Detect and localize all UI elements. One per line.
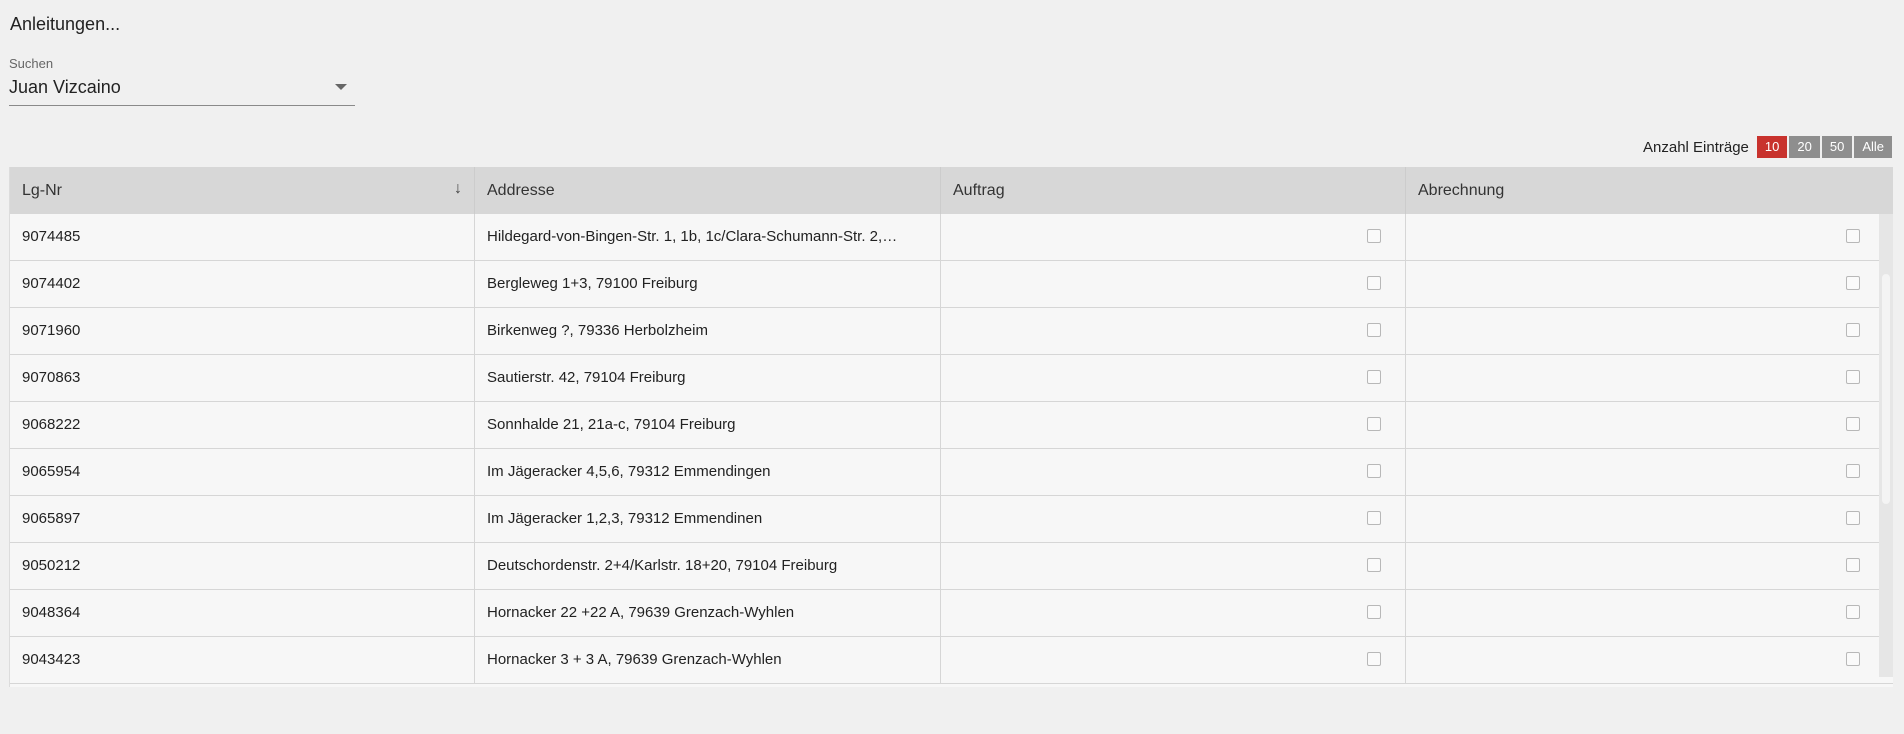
table-row[interactable]: 9050212 Deutschordenstr. 2+4/Karlstr. 18…: [10, 543, 1893, 590]
cell-auftrag: [941, 355, 1406, 401]
cell-auftrag: [941, 214, 1406, 260]
search-select[interactable]: Juan Vizcaino: [9, 75, 355, 106]
cell-lg-nr: 9074402: [10, 261, 475, 307]
cell-lg-nr: 9065954: [10, 449, 475, 495]
arrow-down-icon[interactable]: ↓: [454, 180, 462, 198]
auftrag-checkbox[interactable]: [1367, 229, 1381, 243]
table-row[interactable]: 9048364 Hornacker 22 +22 A, 79639 Grenza…: [10, 590, 1893, 637]
auftrag-checkbox[interactable]: [1367, 511, 1381, 525]
auftrag-checkbox[interactable]: [1367, 370, 1381, 384]
table-body: 9074485 Hildegard-von-Bingen-Str. 1, 1b,…: [10, 214, 1893, 687]
auftrag-checkbox[interactable]: [1367, 652, 1381, 666]
abrechnung-checkbox[interactable]: [1846, 652, 1860, 666]
cell-abrechnung: [1406, 590, 1884, 636]
cell-address: Sonnhalde 21, 21a-c, 79104 Freiburg: [475, 402, 941, 448]
search-field: Suchen Juan Vizcaino: [9, 56, 355, 106]
cell-address: Birkenweg ?, 79336 Herbolzheim: [475, 308, 941, 354]
cell-abrechnung: [1406, 214, 1884, 260]
auftrag-checkbox[interactable]: [1367, 558, 1381, 572]
abrechnung-checkbox[interactable]: [1846, 276, 1860, 290]
auftrag-checkbox[interactable]: [1367, 276, 1381, 290]
cell-lg-nr: 9070863: [10, 355, 475, 401]
table-scrollbar[interactable]: [1879, 214, 1893, 677]
cell-lg-nr: 9050212: [10, 543, 475, 589]
page-size-20-button[interactable]: 20: [1789, 136, 1820, 158]
abrechnung-checkbox[interactable]: [1846, 605, 1860, 619]
auftrag-checkbox[interactable]: [1367, 417, 1381, 431]
cell-address: Deutschordenstr. 2+4/Karlstr. 18+20, 791…: [475, 543, 941, 589]
cell-abrechnung: [1406, 637, 1884, 683]
entries-per-page: Anzahl Einträge 10 20 50 Alle: [1643, 136, 1892, 158]
abrechnung-checkbox[interactable]: [1846, 229, 1860, 243]
table-row[interactable]: 9065897 Im Jägeracker 1,2,3, 79312 Emmen…: [10, 496, 1893, 543]
cell-auftrag: [941, 308, 1406, 354]
table-row[interactable]: 9043423 Hornacker 3 + 3 A, 79639 Grenzac…: [10, 637, 1893, 684]
cell-lg-nr: 9043423: [10, 637, 475, 683]
table-row[interactable]: 9074402 Bergleweg 1+3, 79100 Freiburg: [10, 261, 1893, 308]
search-label: Suchen: [9, 56, 54, 71]
abrechnung-checkbox[interactable]: [1846, 323, 1860, 337]
column-header-lg-nr[interactable]: Lg-Nr ↓: [10, 167, 475, 214]
cell-lg-nr: 9071960: [10, 308, 475, 354]
page-size-all-button[interactable]: Alle: [1854, 136, 1892, 158]
column-header-auftrag[interactable]: Auftrag: [941, 167, 1406, 214]
cell-address: Sautierstr. 42, 79104 Freiburg: [475, 355, 941, 401]
scrollbar-thumb[interactable]: [1882, 274, 1890, 504]
cell-lg-nr: 9065897: [10, 496, 475, 542]
auftrag-checkbox[interactable]: [1367, 323, 1381, 337]
cell-auftrag: [941, 637, 1406, 683]
abrechnung-checkbox[interactable]: [1846, 417, 1860, 431]
cell-auftrag: [941, 449, 1406, 495]
column-header-abrechnung[interactable]: Abrechnung: [1406, 167, 1884, 214]
cell-abrechnung: [1406, 402, 1884, 448]
cell-abrechnung: [1406, 355, 1884, 401]
chevron-down-icon[interactable]: [335, 84, 347, 90]
cell-auftrag: [941, 543, 1406, 589]
table-row[interactable]: 9071960 Birkenweg ?, 79336 Herbolzheim: [10, 308, 1893, 355]
abrechnung-checkbox[interactable]: [1846, 511, 1860, 525]
cell-abrechnung: [1406, 496, 1884, 542]
cell-abrechnung: [1406, 449, 1884, 495]
cell-lg-nr: 9068222: [10, 402, 475, 448]
table-header: Lg-Nr ↓ Addresse Auftrag Abrechnung: [10, 167, 1893, 214]
cell-abrechnung: [1406, 543, 1884, 589]
cell-address: Hildegard-von-Bingen-Str. 1, 1b, 1c/Clar…: [475, 214, 941, 260]
orders-table: Lg-Nr ↓ Addresse Auftrag Abrechnung 9074…: [9, 167, 1893, 687]
cell-lg-nr: 9074485: [10, 214, 475, 260]
cell-lg-nr: 9048364: [10, 590, 475, 636]
page-title: Anleitungen...: [10, 14, 121, 34]
column-header-addresse[interactable]: Addresse: [475, 167, 941, 214]
abrechnung-checkbox[interactable]: [1846, 558, 1860, 572]
cell-address: Im Jägeracker 1,2,3, 79312 Emmendinen: [475, 496, 941, 542]
entries-label: Anzahl Einträge: [1643, 138, 1749, 156]
table-row[interactable]: 9074485 Hildegard-von-Bingen-Str. 1, 1b,…: [10, 214, 1893, 261]
cell-auftrag: [941, 402, 1406, 448]
table-row[interactable]: 9068222 Sonnhalde 21, 21a-c, 79104 Freib…: [10, 402, 1893, 449]
cell-abrechnung: [1406, 261, 1884, 307]
page-size-10-button[interactable]: 10: [1756, 136, 1788, 158]
abrechnung-checkbox[interactable]: [1846, 370, 1860, 384]
cell-auftrag: [941, 261, 1406, 307]
table-row[interactable]: 9070863 Sautierstr. 42, 79104 Freiburg: [10, 355, 1893, 402]
abrechnung-checkbox[interactable]: [1846, 464, 1860, 478]
table-row[interactable]: 9065954 Im Jägeracker 4,5,6, 79312 Emmen…: [10, 449, 1893, 496]
cell-auftrag: [941, 496, 1406, 542]
page-size-50-button[interactable]: 50: [1821, 136, 1853, 158]
cell-abrechnung: [1406, 308, 1884, 354]
auftrag-checkbox[interactable]: [1367, 605, 1381, 619]
search-value: Juan Vizcaino: [9, 77, 121, 97]
auftrag-checkbox[interactable]: [1367, 464, 1381, 478]
page: Anleitungen... Suchen Juan Vizcaino Anza…: [0, 0, 1904, 734]
cell-address: Hornacker 22 +22 A, 79639 Grenzach-Wyhle…: [475, 590, 941, 636]
cell-address: Hornacker 3 + 3 A, 79639 Grenzach-Wyhlen: [475, 637, 941, 683]
cell-address: Im Jägeracker 4,5,6, 79312 Emmendingen: [475, 449, 941, 495]
cell-address: Bergleweg 1+3, 79100 Freiburg: [475, 261, 941, 307]
cell-auftrag: [941, 590, 1406, 636]
